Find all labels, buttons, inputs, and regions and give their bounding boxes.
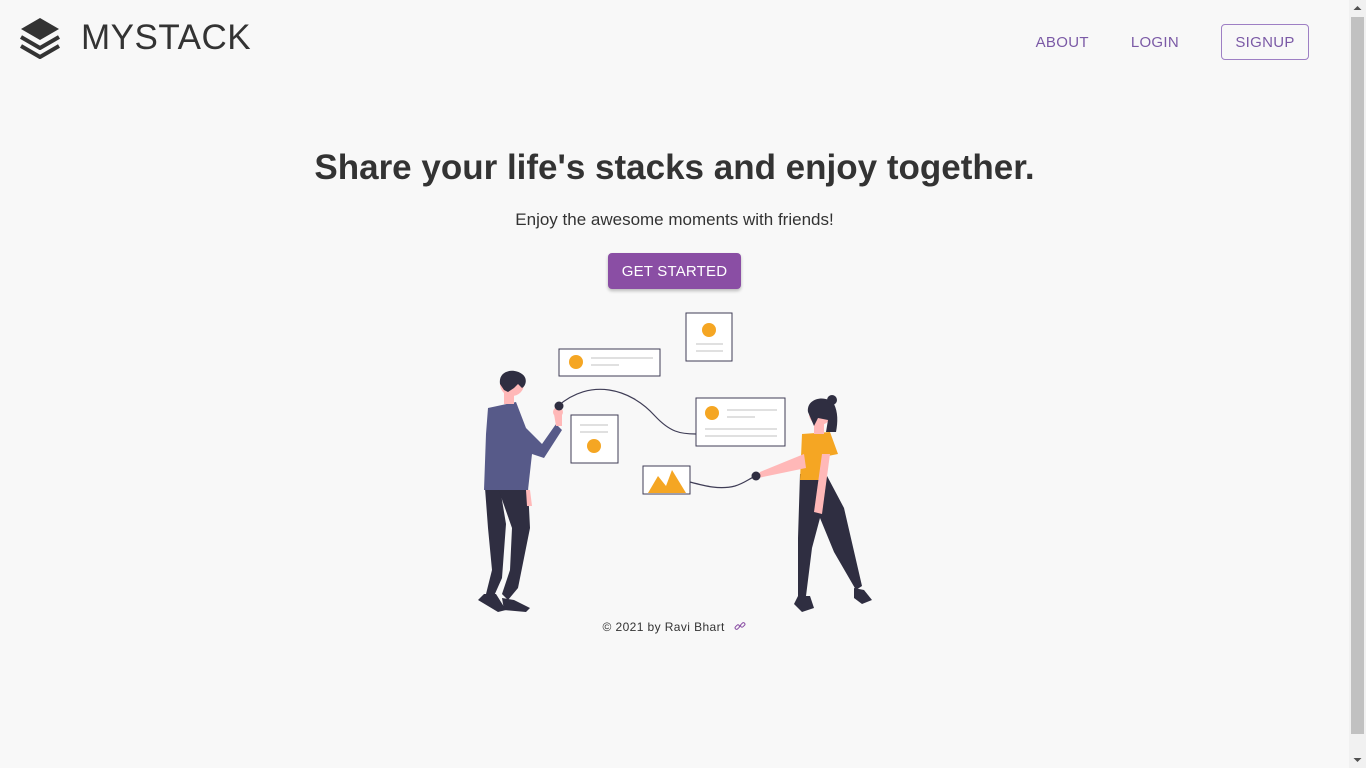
connection-line <box>689 475 757 489</box>
nav-about-link[interactable]: ABOUT <box>1036 26 1089 59</box>
hero-title: Share your life's stacks and enjoy toget… <box>314 148 1035 187</box>
hero-illustration <box>478 312 872 612</box>
get-started-button[interactable]: GET STARTED <box>608 253 741 289</box>
page: MYSTACK ABOUT LOGIN SIGNUP Share your li… <box>0 0 1349 768</box>
image-card <box>642 465 691 495</box>
footer-copyright: © 2021 by Ravi Bhart <box>602 620 725 634</box>
scroll-up-arrow-icon[interactable] <box>1349 0 1366 17</box>
vertical-scrollbar[interactable] <box>1349 0 1366 768</box>
post-card <box>570 414 619 464</box>
signup-button[interactable]: SIGNUP <box>1221 24 1309 60</box>
nav-login-link[interactable]: LOGIN <box>1131 26 1179 59</box>
brand[interactable]: MYSTACK <box>20 16 251 60</box>
link-icon[interactable] <box>734 620 746 632</box>
brand-name: MYSTACK <box>81 18 252 57</box>
scrollbar-thumb[interactable] <box>1351 17 1364 734</box>
top-nav: ABOUT LOGIN SIGNUP <box>1036 24 1309 60</box>
hero: Share your life's stacks and enjoy toget… <box>0 144 1349 232</box>
footer: © 2021 by Ravi Bhart <box>0 620 1349 634</box>
message-card <box>695 397 786 447</box>
profile-card <box>558 348 661 377</box>
header: MYSTACK ABOUT LOGIN SIGNUP <box>0 0 1349 84</box>
hero-subtitle: Enjoy the awesome moments with friends! <box>515 210 834 229</box>
photo-card <box>685 312 733 362</box>
scroll-down-arrow-icon[interactable] <box>1349 751 1366 768</box>
layers-stack-icon <box>20 18 60 59</box>
man-figure <box>478 370 564 612</box>
